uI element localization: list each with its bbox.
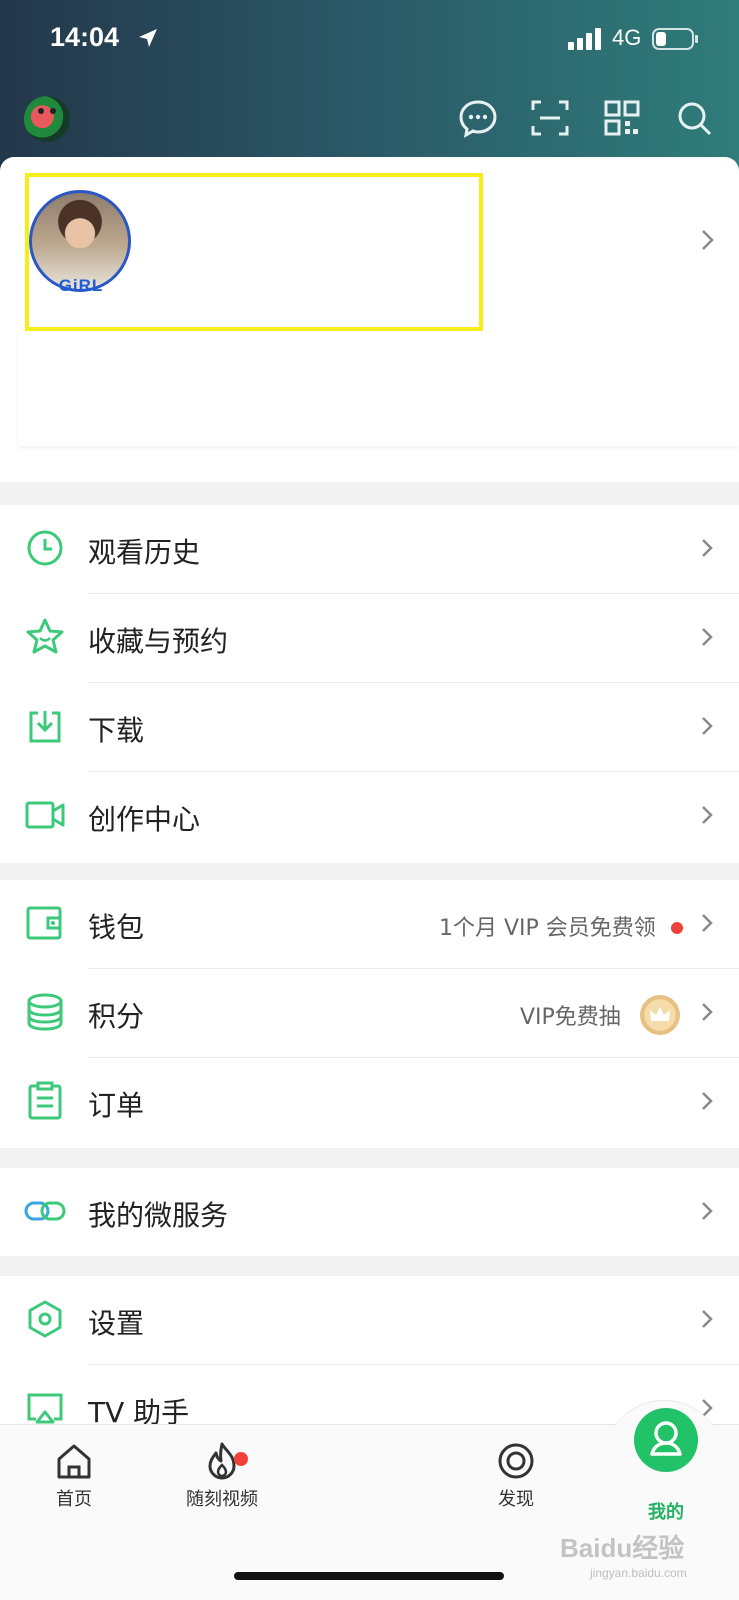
menu-item-label: 我的微服务 bbox=[88, 1199, 229, 1232]
video-camera-icon bbox=[25, 801, 65, 829]
menu-item-label: 积分 bbox=[88, 1000, 145, 1033]
notification-dot bbox=[234, 1452, 248, 1466]
qr-code-icon[interactable] bbox=[602, 98, 642, 138]
star-icon bbox=[26, 618, 64, 654]
crown-icon bbox=[650, 1007, 670, 1021]
watermark: Baidu经验 bbox=[560, 1533, 685, 1563]
menu-item-label: 下载 bbox=[88, 714, 145, 747]
chevron-right-icon bbox=[702, 539, 713, 557]
chevron-right-icon bbox=[702, 914, 713, 932]
status-bar: 14:04 4G bbox=[0, 0, 739, 80]
menu-item-favorites[interactable]: 收藏与预约 bbox=[0, 594, 739, 682]
chevron-right-icon[interactable] bbox=[700, 228, 716, 252]
menu-item-label: 创作中心 bbox=[88, 803, 201, 836]
menu-group-1: 观看历史 收藏与预约 下载 创作中心 bbox=[0, 505, 739, 863]
home-icon bbox=[57, 1444, 91, 1479]
top-action-bar bbox=[0, 90, 739, 150]
watermark-subtitle: jingyan.baidu.com bbox=[590, 1566, 687, 1580]
tab-label: 发现 bbox=[498, 1489, 534, 1510]
battery-icon bbox=[652, 28, 698, 50]
menu-item-micro-services[interactable]: 我的微服务 bbox=[0, 1168, 739, 1256]
menu-item-watch-history[interactable]: 观看历史 bbox=[0, 505, 739, 593]
menu-item-label: 设置 bbox=[88, 1307, 145, 1340]
tab-label: 首页 bbox=[56, 1489, 92, 1510]
chevron-right-icon bbox=[702, 628, 713, 646]
wallet-icon bbox=[26, 906, 62, 940]
message-bubble-icon[interactable] bbox=[458, 98, 498, 138]
chevron-right-icon bbox=[702, 806, 713, 824]
menu-item-label: 订单 bbox=[88, 1089, 145, 1122]
menu-item-creator-center[interactable]: 创作中心 bbox=[0, 772, 739, 860]
discover-icon bbox=[498, 1443, 534, 1479]
menu-item-label: 观看历史 bbox=[88, 536, 201, 569]
tab-label: 随刻视频 bbox=[186, 1489, 258, 1510]
menu-item-label: 收藏与预约 bbox=[88, 625, 229, 658]
search-icon[interactable] bbox=[674, 98, 714, 138]
profile-icon bbox=[650, 1421, 682, 1456]
coins-stack-icon bbox=[27, 993, 63, 1031]
chevron-right-icon bbox=[702, 1092, 713, 1110]
menu-group-3: 我的微服务 bbox=[0, 1168, 739, 1256]
home-indicator bbox=[234, 1572, 504, 1580]
status-time: 14:04 bbox=[50, 22, 120, 52]
tab-short-video[interactable]: 随刻视频 bbox=[162, 1435, 282, 1525]
tab-home[interactable]: 首页 bbox=[14, 1435, 134, 1525]
tab-discover[interactable]: 发现 bbox=[456, 1435, 576, 1525]
settings-hexagon-icon bbox=[28, 1300, 62, 1338]
order-clipboard-icon bbox=[28, 1081, 62, 1120]
chevron-right-icon bbox=[702, 1310, 713, 1328]
network-type: 4G bbox=[612, 25, 642, 50]
tab-me[interactable] bbox=[634, 1408, 698, 1472]
tab-label-me: 我的 bbox=[648, 1502, 684, 1523]
menu-group-2: 钱包 1个月 VIP 会员免费领 积分 VIP免费抽 订单 bbox=[0, 880, 739, 1148]
crown-badge-icon bbox=[640, 995, 680, 1035]
menu-item-wallet[interactable]: 钱包 1个月 VIP 会员免费领 bbox=[0, 880, 739, 968]
wallet-promo-text: 1个月 VIP 会员免费领 bbox=[439, 916, 656, 941]
menu-item-points[interactable]: 积分 VIP免费抽 bbox=[0, 969, 739, 1057]
chevron-right-icon bbox=[702, 717, 713, 735]
chevron-right-icon bbox=[702, 1202, 713, 1220]
menu-item-download[interactable]: 下载 bbox=[0, 683, 739, 771]
mini-avatar[interactable] bbox=[24, 96, 70, 142]
highlight-box bbox=[25, 173, 483, 331]
menu-item-label: 钱包 bbox=[88, 911, 145, 944]
menu-item-orders[interactable]: 订单 bbox=[0, 1058, 739, 1146]
profile-sub-card bbox=[18, 330, 739, 446]
points-promo-text: VIP免费抽 bbox=[520, 1005, 621, 1030]
location-arrow-icon bbox=[139, 29, 157, 47]
signal-icon bbox=[568, 28, 601, 50]
scan-icon[interactable] bbox=[530, 98, 570, 138]
tv-cast-icon bbox=[27, 1393, 63, 1424]
download-icon bbox=[29, 711, 61, 743]
clock-icon bbox=[27, 530, 63, 566]
link-icon bbox=[24, 1201, 66, 1221]
menu-item-settings[interactable]: 设置 bbox=[0, 1276, 739, 1364]
chevron-right-icon bbox=[702, 1003, 713, 1021]
notification-dot bbox=[671, 922, 683, 934]
